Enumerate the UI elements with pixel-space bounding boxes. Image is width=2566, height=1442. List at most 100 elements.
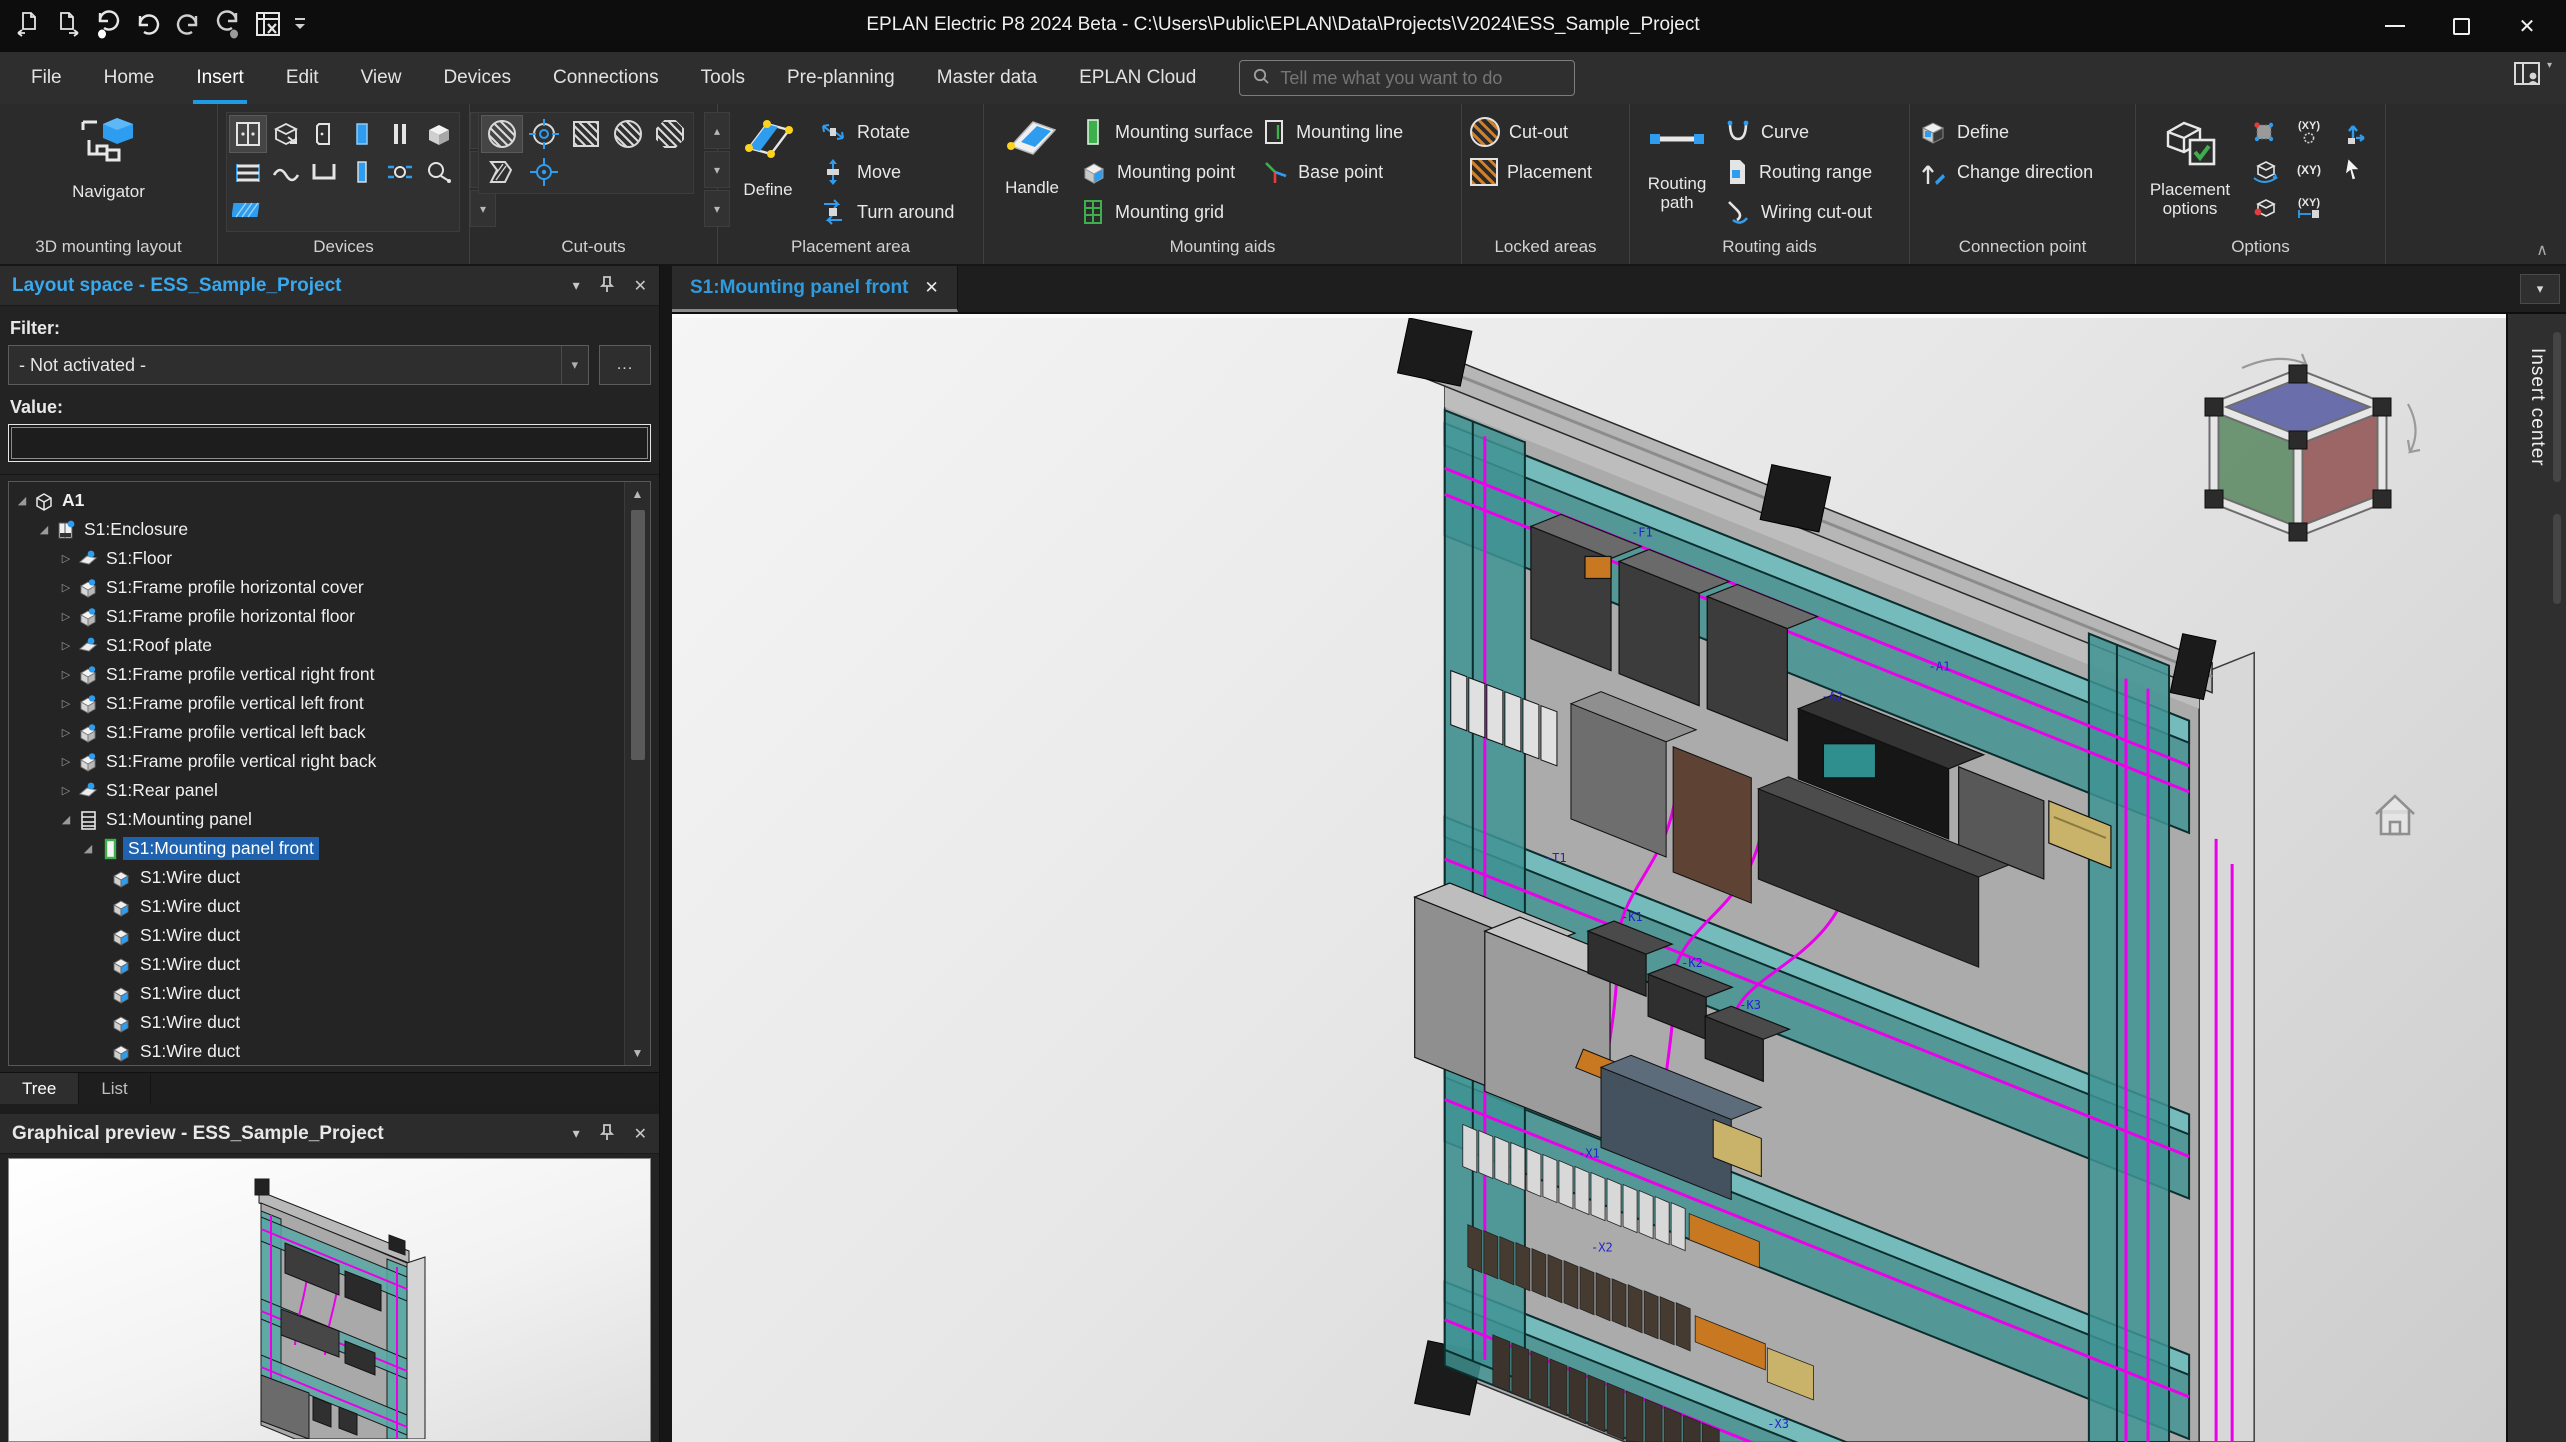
filter-dropdown-icon[interactable]: ▾ [561,346,578,384]
tab-tree[interactable]: Tree [0,1073,79,1104]
mounting-rail-icon[interactable] [306,154,342,190]
routing-range-button[interactable]: Routing range [1724,154,1872,190]
graphical-preview-canvas[interactable] [8,1158,651,1442]
expander-icon[interactable]: ◢ [13,494,31,507]
mounting-line-button[interactable]: Mounting line [1261,114,1403,150]
tree-item-mounting-panel-front[interactable]: ◢ S1:Mounting panel front [13,834,620,863]
tree-item-wire-duct[interactable]: S1:Wire duct [13,892,620,921]
move-button[interactable]: Move [818,154,954,190]
door-blue-icon[interactable] [344,116,380,152]
tree-item-frame-v-lb[interactable]: ▷ S1:Frame profile vertical left back [13,718,620,747]
graphical-preview-header[interactable]: Graphical preview - ESS_Sample_Project ▾… [0,1114,659,1154]
mounting-point-button[interactable]: Mounting point [1080,154,1253,190]
redo-icon[interactable] [170,6,206,42]
wire-duct-hatch-icon[interactable] [230,192,266,228]
wiring-cutout-button[interactable]: Wiring cut-out [1724,194,1872,230]
menu-insert[interactable]: Insert [175,52,265,104]
cube-point-icon[interactable] [2244,190,2286,226]
tree-item-enclosure[interactable]: ◢ S1:Enclosure [13,515,620,544]
expander-icon[interactable]: ▷ [57,726,75,739]
partition-icon[interactable] [382,116,418,152]
menu-devices[interactable]: Devices [422,52,532,104]
layout-space-header[interactable]: Layout space - ESS_Sample_Project ▾ ✕ [0,266,659,306]
home-view-button[interactable] [2368,788,2422,845]
cutout-drill-icon[interactable] [524,116,564,152]
busbar-icon[interactable] [230,154,266,190]
xy-dimension-icon[interactable]: (XY) [2288,190,2330,226]
mounting-grid-button[interactable]: Mounting grid [1080,194,1253,230]
collapse-ribbon-button[interactable]: ∧ [2536,240,2548,260]
redo-list-icon[interactable] [210,6,246,42]
base-point-button[interactable]: Base point [1261,154,1403,190]
locked-placement-button[interactable]: Placement [1470,154,1592,190]
insert-device-icon[interactable] [250,6,286,42]
connection-define-button[interactable]: Define [1918,114,2093,150]
cutout-hex-icon[interactable] [650,116,690,152]
insert-center-strip[interactable]: Insert center [2506,314,2566,1442]
tree-item-floor[interactable]: ▷ S1:Floor [13,544,620,573]
tree-item-wire-duct[interactable]: S1:Wire duct [13,979,620,1008]
free-3d-box-icon[interactable] [420,116,456,152]
locked-cutout-button[interactable]: Cut-out [1470,114,1592,150]
expander-icon[interactable]: ◢ [57,813,75,826]
rotate-cube-icon[interactable] [2244,152,2286,188]
tree-item-roof-plate[interactable]: ▷ S1:Roof plate [13,631,620,660]
tell-me-search[interactable] [1239,60,1575,96]
insert-center-tab[interactable]: Insert center [2526,348,2548,467]
menu-tools[interactable]: Tools [680,52,766,104]
menu-home[interactable]: Home [83,52,176,104]
cutout-base-point-icon[interactable] [524,154,564,190]
tree-item-wire-duct[interactable]: S1:Wire duct [13,921,620,950]
change-direction-button[interactable]: Change direction [1918,154,2093,190]
tree-item-frame-h-cover[interactable]: ▷ S1:Frame profile horizontal cover [13,573,620,602]
dock-splitter[interactable] [660,266,672,1442]
tree-item-frame-v-lf[interactable]: ▷ S1:Frame profile vertical left front [13,689,620,718]
filter-select[interactable]: - Not activated - ▾ [8,345,589,385]
placement-points-icon[interactable] [2244,114,2286,150]
pin-icon[interactable] [600,1123,614,1144]
door-icon[interactable] [306,116,342,152]
expander-icon[interactable]: ▷ [57,552,75,565]
maximize-button[interactable] [2428,3,2494,49]
mounting-surface-button[interactable]: Mounting surface [1080,114,1253,150]
curve-button[interactable]: Curve [1724,114,1872,150]
undo-icon[interactable] [130,6,166,42]
tree-item-wire-duct[interactable]: S1:Wire duct [13,950,620,979]
tree-item-frame-v-rb[interactable]: ▷ S1:Frame profile vertical right back [13,747,620,776]
handle-button[interactable]: Handle [992,112,1072,197]
model-3d-viewport[interactable]: -F1 -A1 -A2 -T1 -K1 -K2 -K3 -X1 -X2 -X3 [672,314,2506,1442]
expander-icon[interactable]: ▷ [57,639,75,652]
value-input[interactable] [8,424,651,462]
view-cube[interactable] [2178,346,2428,566]
menu-connections[interactable]: Connections [532,52,680,104]
menu-master-data[interactable]: Master data [916,52,1058,104]
scroll-down-icon[interactable]: ▼ [632,1041,644,1065]
navigator-button[interactable]: Navigator [61,112,157,201]
cabinet-insert-icon[interactable] [268,116,304,152]
menu-file[interactable]: File [10,52,83,104]
panel-close-icon[interactable]: ✕ [634,1124,647,1144]
xy-settings-icon[interactable]: (XY) [2288,114,2330,150]
tree-item-wire-duct[interactable]: S1:Wire duct [13,1008,620,1037]
placement-options-button[interactable]: Placement options [2144,112,2236,218]
tree-item-mounting-panel[interactable]: ◢ S1:Mounting panel [13,805,620,834]
tree-item-wire-duct[interactable]: S1:Wire duct [13,863,620,892]
pin-icon[interactable] [600,275,614,296]
ribbon-layout-button[interactable]: ▾ [2513,60,2552,90]
rotate-button[interactable]: Rotate [818,114,954,150]
cutout-contour-icon[interactable] [482,154,522,190]
panel-blue-icon[interactable] [344,154,380,190]
cursor-xy-icon[interactable] [2332,152,2374,188]
tab-close-icon[interactable]: ✕ [924,278,938,298]
previous-page-icon[interactable] [10,6,46,42]
filter-ellipsis-button[interactable]: ... [599,345,651,385]
menu-pre-planning[interactable]: Pre-planning [766,52,916,104]
expander-icon[interactable]: ▷ [57,697,75,710]
expander-icon[interactable]: ◢ [79,842,97,855]
routing-path-button[interactable]: Routing path [1638,112,1716,212]
search-input[interactable] [1280,68,1562,89]
menu-edit[interactable]: Edit [265,52,340,104]
expander-icon[interactable]: ▷ [57,784,75,797]
placement-define-button[interactable]: Define [726,112,810,199]
next-page-icon[interactable] [50,6,86,42]
